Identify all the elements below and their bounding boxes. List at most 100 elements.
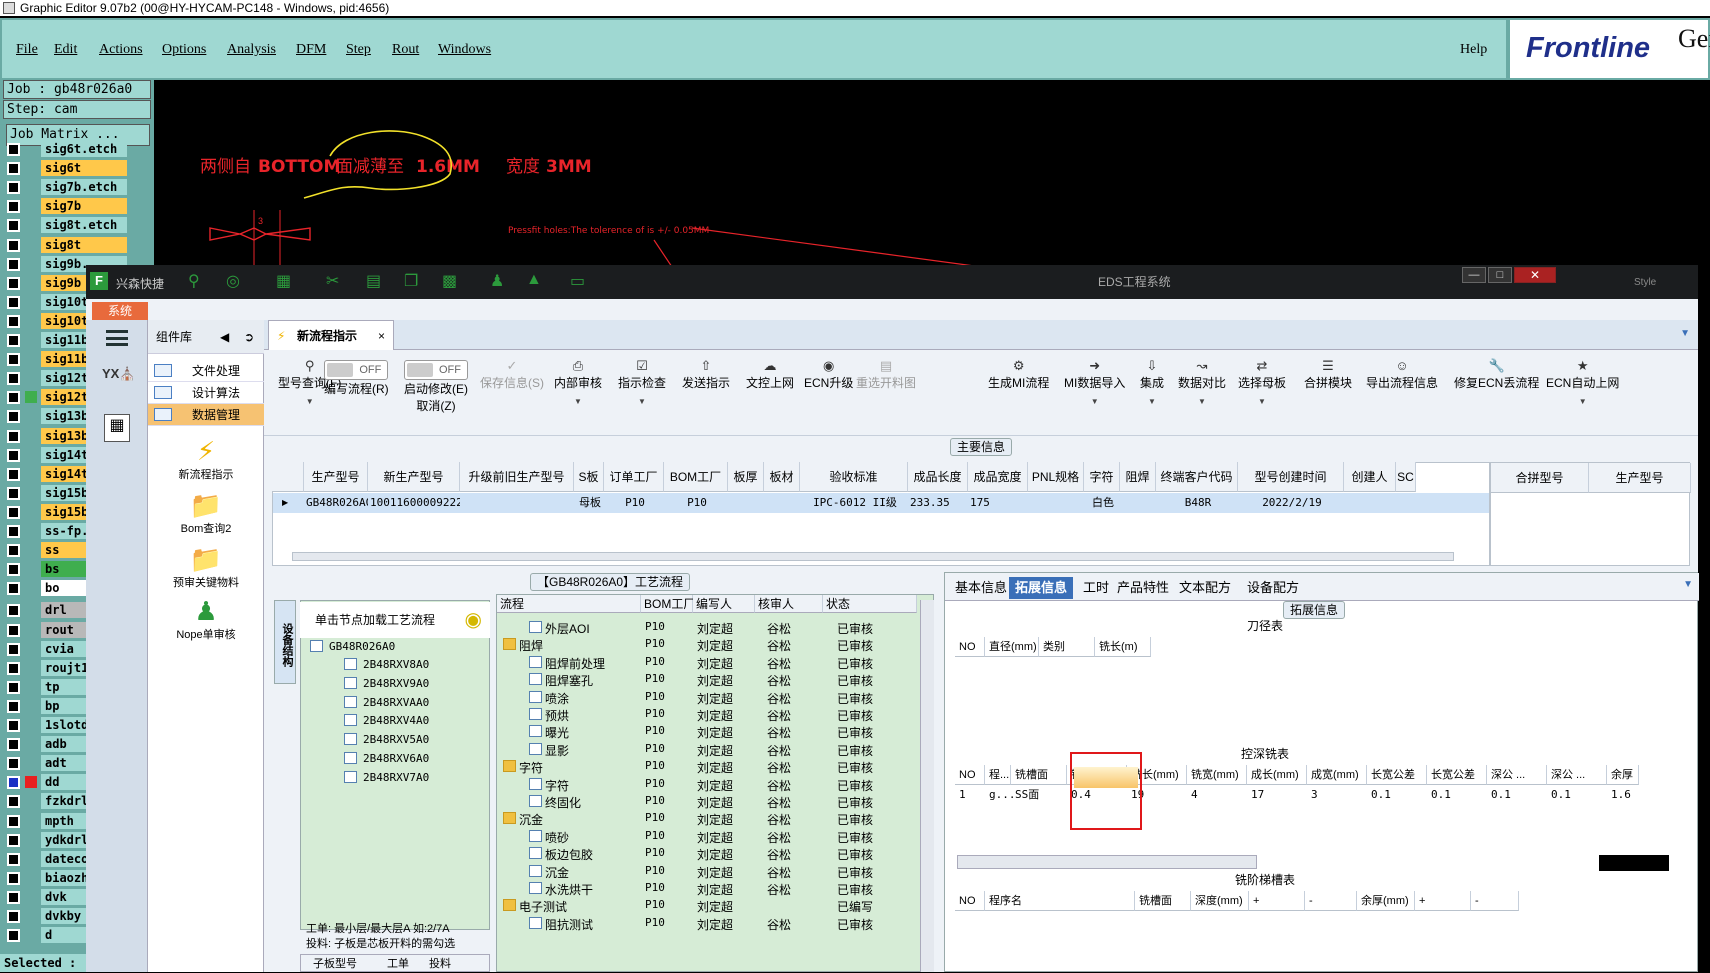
maximize-button[interactable]: □ <box>1488 267 1512 283</box>
layer-checkbox[interactable] <box>7 257 20 271</box>
layer-row[interactable]: sig7b.etch <box>5 178 145 196</box>
component-file-processing[interactable]: 文件处理 <box>148 360 264 382</box>
tool-col-header[interactable]: 类别 <box>1039 637 1095 657</box>
scissors-icon[interactable]: ✂ <box>326 271 339 291</box>
flow-row[interactable]: 阻焊塞孔 P10 刘定超 谷松 已审核 <box>497 671 917 690</box>
layer-checkbox[interactable] <box>7 719 20 732</box>
layer-checkbox[interactable] <box>7 563 20 577</box>
menu-analysis[interactable]: Analysis <box>227 42 276 58</box>
layer-checkbox[interactable] <box>7 238 20 252</box>
step-col-header[interactable]: 铣槽面 <box>1135 891 1191 911</box>
data-compare-button[interactable]: ↝ 数据对比 ▼ <box>1178 358 1226 406</box>
layer-checkbox[interactable] <box>7 814 20 828</box>
select-mother-board-button[interactable]: ⇄ 选择母板 ▼ <box>1238 358 1286 406</box>
right-tab[interactable]: 产品特性 <box>1111 577 1175 599</box>
layer-checkbox[interactable] <box>7 505 20 519</box>
layer-checkbox[interactable] <box>7 642 20 656</box>
flow-row[interactable]: 电子测试 P10 刘定超 已编写 <box>497 897 917 916</box>
tree-root[interactable]: GB48R026A0 <box>310 638 395 656</box>
toggle-switch[interactable]: OFF <box>404 360 468 380</box>
main-col-header[interactable]: 板材 <box>764 462 800 492</box>
depth-col-header[interactable]: 铣宽(mm) <box>1187 765 1247 785</box>
layer-checkbox[interactable] <box>7 219 20 233</box>
monitor-icon[interactable]: ▭ <box>570 271 585 291</box>
depth-col-header[interactable]: 成宽(mm) <box>1307 765 1367 785</box>
main-col-header[interactable]: 创建人 <box>1344 462 1396 492</box>
cancel-label[interactable]: 取消(Z) <box>416 399 455 413</box>
layer-name[interactable]: sig6t.etch <box>41 141 127 157</box>
step-col-header[interactable]: 深度(mm) <box>1191 891 1249 911</box>
right-tab[interactable]: 基本信息 <box>949 577 1013 599</box>
main-col-header[interactable]: 字符 <box>1084 462 1120 492</box>
start-modify-toggle[interactable]: OFF 启动修改(E) 取消(Z) <box>404 360 468 414</box>
menu-dfm[interactable]: DFM <box>296 42 326 58</box>
depth-cell[interactable]: g... <box>985 785 1016 805</box>
depth-cell[interactable]: 3 <box>1307 785 1367 805</box>
toggle-switch[interactable]: OFF <box>324 360 389 380</box>
doc-online-button[interactable]: ☁ 文控上网 <box>746 358 794 391</box>
layer-checkbox[interactable] <box>7 604 20 618</box>
right-tab[interactable]: 工时 <box>1077 577 1115 599</box>
depth-col-header[interactable]: 长宽公差 <box>1367 765 1427 785</box>
calculator-icon[interactable]: ▦ <box>104 414 130 442</box>
grid-icon[interactable]: ▩ <box>442 271 457 291</box>
depth-cell[interactable]: 4 <box>1187 785 1247 805</box>
layer-checkbox[interactable] <box>7 910 20 923</box>
system-tab[interactable]: 系统 <box>92 302 148 320</box>
menu-step[interactable]: Step <box>346 42 371 58</box>
flow-row[interactable]: 沉金 P10 刘定超 谷松 已审核 <box>497 863 917 882</box>
tool-col-header[interactable]: 直径(mm) <box>985 637 1039 657</box>
flow-row[interactable]: 板边包胶 P10 刘定超 谷松 已审核 <box>497 845 917 864</box>
layer-checkbox[interactable] <box>7 582 20 596</box>
main-col-header[interactable]: 生产型号 <box>304 462 368 492</box>
flow-row[interactable]: 喷砂 P10 刘定超 谷松 已审核 <box>497 828 917 847</box>
flow-col-header[interactable]: 状态 <box>823 595 917 613</box>
flow-row[interactable]: 阻焊前处理 P10 刘定超 谷松 已审核 <box>497 654 917 673</box>
depth-horizontal-scrollbar[interactable] <box>957 855 1257 869</box>
bom-query-item[interactable]: 📁 Bom查询2 <box>148 490 264 536</box>
tool-col-header[interactable]: 铣长(m) <box>1095 637 1151 657</box>
flow-row[interactable]: 水洗烘干 P10 刘定超 谷松 已审核 <box>497 880 917 899</box>
flow-grid[interactable]: 流程 BOM工厂 编写人 核审人 状态 外层AOI P10 刘定超 谷松 已审核 阻焊 P10 刘定超谷… <box>496 594 934 972</box>
layer-checkbox[interactable] <box>7 276 20 290</box>
layer-checkbox[interactable] <box>7 544 20 558</box>
step-col-header[interactable]: 余厚(mm) <box>1357 891 1415 911</box>
tree-child[interactable]: 2B48RXVAA0 <box>344 694 429 712</box>
write-flow-toggle[interactable]: OFF 编写流程(R) <box>324 360 389 397</box>
layer-checkbox[interactable] <box>7 738 20 752</box>
main-col-header[interactable]: 验收标准 <box>800 462 908 492</box>
menu-help[interactable]: Help <box>1460 42 1487 58</box>
flow-col-header[interactable]: 流程 <box>497 595 641 613</box>
depth-col-header[interactable]: 铣槽面 <box>1011 765 1067 785</box>
depth-cell[interactable]: 1.6 <box>1607 785 1639 805</box>
merge-module-button[interactable]: ☰ 合拼模块 <box>1304 358 1352 391</box>
depth-col-header[interactable]: 长宽公差 <box>1427 765 1487 785</box>
export-flow-info-button[interactable]: ☺ 导出流程信息 <box>1366 358 1438 391</box>
generate-mi-flow-button[interactable]: ⚙ 生成MI流程 <box>988 358 1049 391</box>
tool-col-header[interactable]: NO <box>955 637 985 657</box>
layer-checkbox[interactable] <box>7 295 20 309</box>
depth-col-header[interactable]: NO <box>955 765 985 785</box>
layer-checkbox[interactable] <box>7 680 20 694</box>
layer-checkbox[interactable] <box>7 143 20 156</box>
menu-actions[interactable]: Actions <box>99 42 143 58</box>
tree-child[interactable]: 2B48RXV6A0 <box>344 750 429 768</box>
menu-edit[interactable]: Edit <box>54 42 77 58</box>
depth-cell[interactable]: 0.1 <box>1367 785 1427 805</box>
fix-ecn-flow-button[interactable]: 🔧 修复ECN丢流程 <box>1454 358 1539 391</box>
depth-cell[interactable]: 1 <box>955 785 985 805</box>
minimize-button[interactable]: — <box>1462 267 1486 283</box>
layer-checkbox[interactable] <box>7 699 20 713</box>
reselect-cutting-button[interactable]: ▤ 重选开料图 <box>856 358 916 391</box>
layer-checkbox[interactable] <box>7 852 20 866</box>
new-flow-indicator-item[interactable]: ⚡ 新流程指示 <box>148 436 264 482</box>
main-col-header[interactable]: PNL规格 <box>1028 462 1084 492</box>
chart-icon[interactable]: ▲ <box>526 271 542 289</box>
tree-child[interactable]: 2B48RXV4A0 <box>344 712 429 730</box>
depth-col-header[interactable]: 深公 ... <box>1487 765 1547 785</box>
layer-checkbox[interactable] <box>7 833 20 847</box>
right-tab[interactable]: 拓展信息 <box>1009 577 1074 599</box>
graphic-canvas[interactable]: 两侧自 BOTTOM 面减薄至 1.6MM 宽度 3MM Pressfit ho… <box>154 80 1710 270</box>
tree-child[interactable]: 2B48RXV5A0 <box>344 731 429 749</box>
equipment-structure-tab[interactable]: 设备结构 <box>274 600 296 684</box>
